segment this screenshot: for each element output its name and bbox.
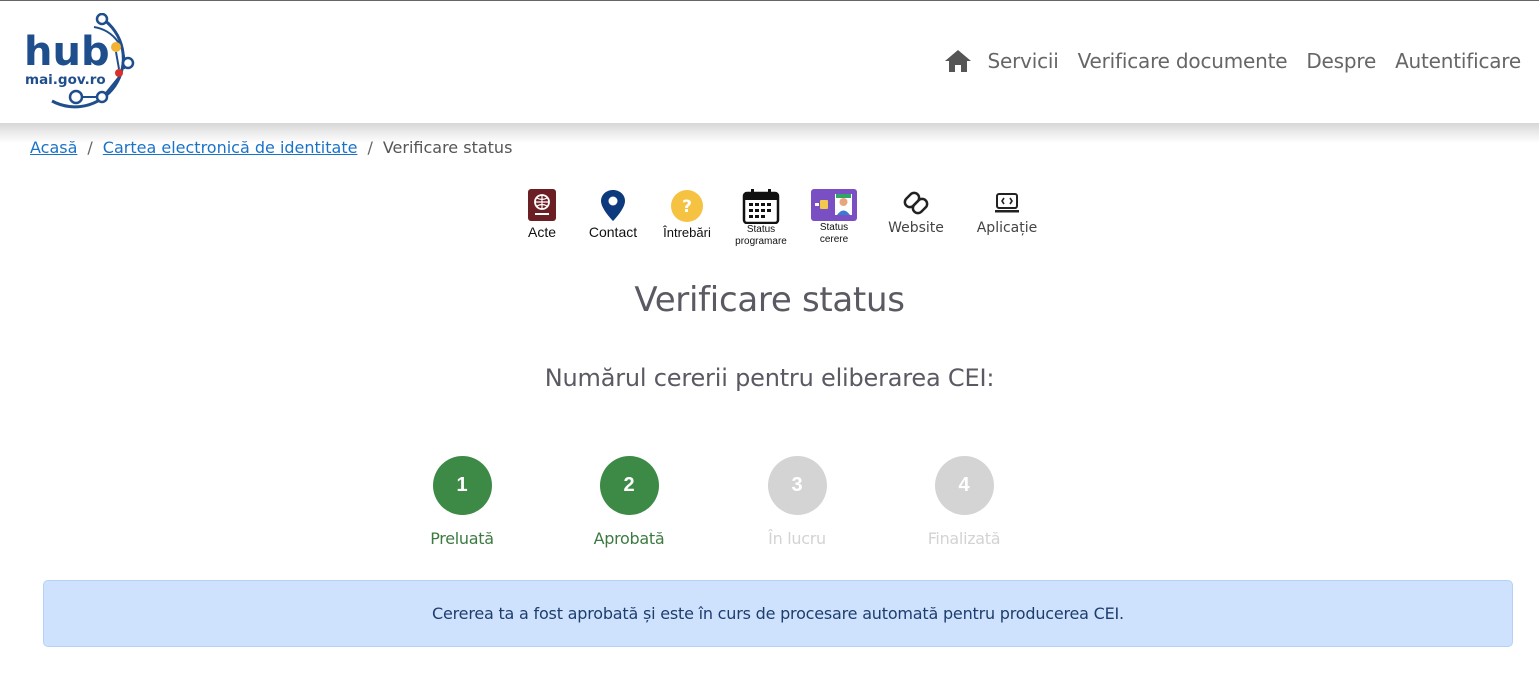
site-header: hub mai.gov.ro Servicii Verificare docum… [0, 0, 1539, 123]
nav-despre[interactable]: Despre [1306, 49, 1376, 73]
breadcrumb: Acasă / Cartea electronică de identitate… [30, 138, 512, 157]
calendar-icon [742, 189, 780, 224]
home-icon[interactable] [944, 47, 972, 75]
step-finalizata: 4 Finalizată [904, 456, 1024, 548]
nav-verificare-documente[interactable]: Verificare documente [1078, 49, 1288, 73]
hub-logo[interactable]: hub mai.gov.ro [24, 12, 144, 111]
link-icon [903, 191, 929, 215]
page-title: Verificare status [634, 280, 905, 320]
nav-autentificare[interactable]: Autentificare [1395, 49, 1521, 73]
step-aprobata: 2 Aprobată [569, 456, 689, 548]
main-nav: Servicii Verificare documente Despre Aut… [944, 47, 1521, 75]
quick-link-intrebari[interactable]: ? Întrebări [656, 188, 718, 240]
step-circle: 2 [599, 456, 659, 515]
location-pin-icon [601, 190, 625, 221]
page-subtitle: Numărul cererii pentru eliberarea CEI: [544, 364, 995, 392]
step-label: În lucru [768, 529, 826, 548]
quick-link-label-line2: cerere [819, 234, 849, 245]
quick-link-status-programare[interactable]: Status programare [726, 188, 796, 247]
step-label: Aprobată [593, 529, 665, 548]
step-circle: 4 [934, 456, 994, 515]
quick-link-aplicatie[interactable]: Aplicație [972, 188, 1042, 236]
quick-link-label-line1: Status [819, 222, 849, 233]
step-circle: 1 [432, 456, 492, 515]
step-circle: 3 [767, 456, 827, 515]
breadcrumb-cartea-electronica[interactable]: Cartea electronică de identitate [103, 138, 358, 157]
quick-link-label: Acte [527, 224, 556, 240]
quick-link-acte[interactable]: Acte [522, 188, 562, 240]
quick-link-label-line2: programare [735, 236, 787, 247]
svg-text:?: ? [682, 197, 692, 217]
step-preluata: 1 Preluată [402, 456, 522, 548]
quick-link-contact[interactable]: Contact [580, 188, 646, 240]
app-icon [995, 193, 1019, 213]
svg-text:hub: hub [24, 29, 110, 75]
id-card-icon [811, 189, 857, 221]
quick-link-label: Contact [588, 224, 638, 240]
status-alert-message: Cererea ta a fost aprobată și este în cu… [432, 604, 1124, 623]
status-steps: 1 Preluată 2 Aprobată 3 În lucru 4 Final… [0, 456, 1539, 556]
quick-link-label: Website [888, 220, 944, 236]
nav-servicii[interactable]: Servicii [988, 49, 1059, 73]
status-alert: Cererea ta a fost aprobată și este în cu… [43, 580, 1513, 647]
quick-link-website[interactable]: Website [884, 188, 948, 236]
breadcrumb-separator: / [367, 138, 373, 157]
quick-link-label: Aplicație [976, 220, 1038, 236]
question-icon: ? [671, 190, 703, 222]
breadcrumb-separator: / [87, 138, 93, 157]
step-label: Finalizată [927, 529, 1001, 548]
step-in-lucru: 3 În lucru [737, 456, 857, 548]
step-label: Preluată [430, 529, 494, 548]
quick-link-label: Întrebări [663, 225, 711, 240]
quick-link-label-line1: Status [746, 224, 776, 235]
breadcrumb-current: Verificare status [382, 138, 513, 157]
quick-links: Acte Contact ? Întrebări Status programa… [0, 188, 1539, 248]
hub-logo-graphic: hub mai.gov.ro [24, 12, 135, 109]
quick-link-status-cerere[interactable]: Status cerere [808, 188, 860, 245]
breadcrumb-acasa[interactable]: Acasă [30, 138, 77, 157]
passport-icon [528, 189, 556, 221]
svg-text:mai.gov.ro: mai.gov.ro [25, 72, 106, 88]
